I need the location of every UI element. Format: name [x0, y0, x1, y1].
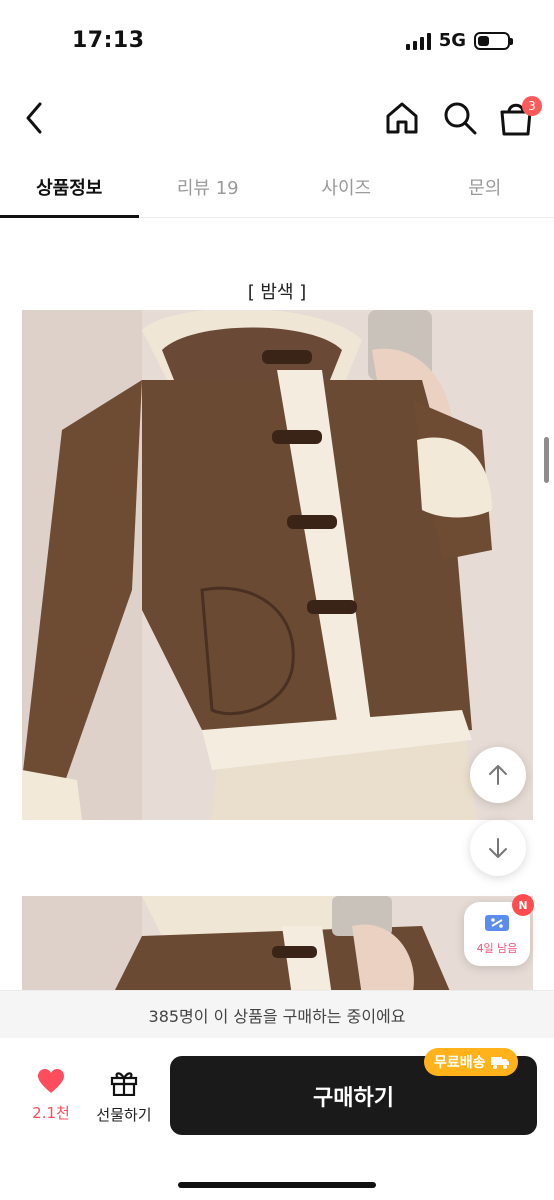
buyers-notice: 385명이 이 상품을 구매하는 중이에요 — [0, 990, 554, 1038]
back-button[interactable] — [18, 98, 54, 138]
like-count: 2.1천 — [32, 1104, 70, 1122]
tab-inquiry[interactable]: 문의 — [416, 160, 554, 217]
tab-reviews[interactable]: 리뷰 19 — [139, 160, 278, 217]
color-caption: [ 밤색 ] — [247, 282, 307, 303]
arrow-up-icon — [489, 765, 507, 785]
tab-bar: 상품정보 리뷰 19 사이즈 문의 — [0, 160, 554, 218]
tab-product-info[interactable]: 상품정보 — [0, 160, 139, 218]
coupon-icon — [485, 915, 509, 931]
free-shipping-label: 무료배송 — [434, 1055, 486, 1071]
status-bar: 17:13 5G — [0, 0, 554, 80]
search-icon — [444, 102, 477, 135]
battery-icon — [474, 31, 513, 50]
heart-icon — [38, 1069, 64, 1093]
search-button[interactable] — [440, 98, 480, 138]
new-badge: N — [512, 894, 534, 916]
signal-icon — [405, 32, 431, 50]
gift-icon — [110, 1072, 138, 1097]
home-icon — [386, 102, 418, 134]
product-photo-2 — [22, 896, 533, 996]
like-button[interactable]: 2.1천 — [24, 1068, 78, 1123]
status-time: 17:13 — [72, 28, 145, 53]
cart-count-badge: 3 — [522, 96, 542, 116]
home-button[interactable] — [382, 98, 422, 138]
arrow-down-icon — [489, 838, 507, 858]
scroll-down-button[interactable] — [470, 820, 526, 876]
scroll-indicator[interactable] — [544, 437, 549, 483]
truck-icon — [490, 1057, 509, 1069]
product-photo — [22, 310, 533, 820]
coupon-label: 4일 남음 — [476, 942, 518, 955]
free-shipping-badge: 무료배송 — [424, 1048, 518, 1076]
tab-size[interactable]: 사이즈 — [277, 160, 416, 217]
home-indicator — [178, 1182, 376, 1188]
chevron-left-icon — [26, 102, 42, 134]
status-indicators: 5G — [405, 30, 513, 51]
header — [0, 80, 554, 160]
coupon-button[interactable]: N 4일 남음 — [464, 894, 534, 966]
network-label: 5G — [438, 30, 466, 51]
scroll-up-button[interactable] — [470, 747, 526, 803]
gift-label: 선물하기 — [96, 1106, 152, 1124]
gift-button[interactable]: 선물하기 — [92, 1068, 156, 1125]
